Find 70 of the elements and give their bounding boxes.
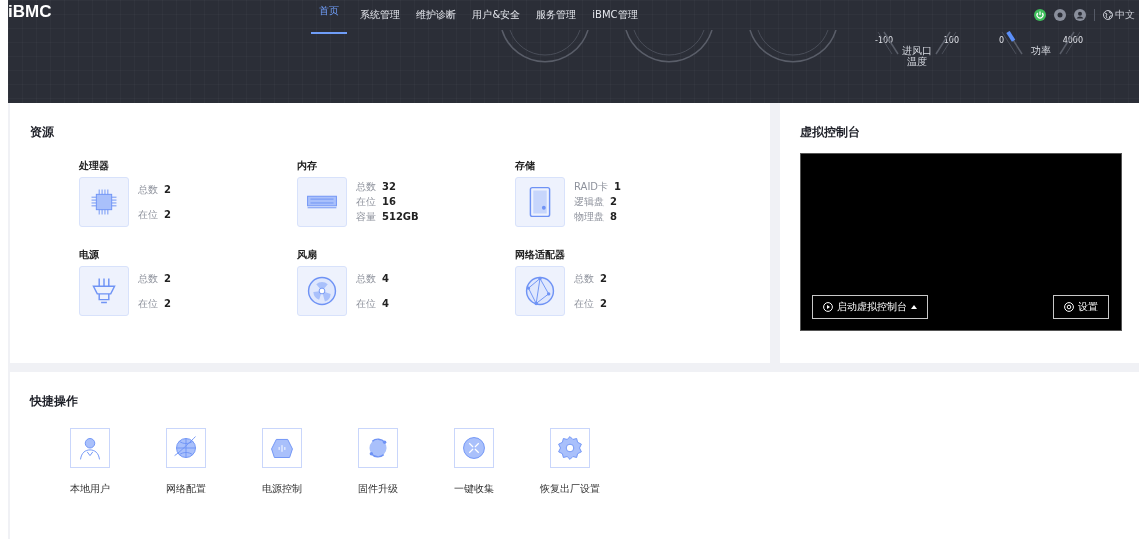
- nav-tab[interactable]: 维护诊断: [413, 2, 460, 30]
- plug-icon: [79, 266, 129, 316]
- stat-value: 2: [600, 297, 607, 310]
- logo: iBMC: [8, 2, 52, 22]
- stat-value: 2: [164, 183, 171, 196]
- globe-icon: [1103, 10, 1113, 20]
- quick-action[interactable]: 恢复出厂设置: [530, 428, 610, 496]
- panel-title: 快捷操作: [30, 394, 79, 408]
- user-icon: [1074, 9, 1086, 21]
- stat-value: 8: [610, 211, 617, 223]
- resource-title: 电源: [79, 248, 100, 261]
- resource-title: 内存: [297, 159, 318, 172]
- settings-icon: [1064, 302, 1074, 312]
- stat-value: 1: [614, 181, 621, 193]
- stat-label: 在位: [356, 196, 376, 208]
- stat-label: 在位: [138, 208, 158, 221]
- play-icon: [823, 302, 833, 312]
- quick-action[interactable]: 固件升级: [338, 428, 418, 496]
- status-icon: [1054, 9, 1066, 21]
- resource-title: 风扇: [297, 248, 318, 261]
- stat-value: 16: [382, 196, 396, 208]
- stat-label: 容量: [356, 211, 376, 223]
- resource-title: 网络适配器: [515, 248, 566, 261]
- stat-label: 物理盘: [574, 211, 604, 223]
- stat-value: 2: [164, 297, 171, 310]
- language-button[interactable]: 中文: [1103, 8, 1135, 22]
- panel-title: 虚拟控制台: [800, 125, 861, 139]
- stat-value: 32: [382, 181, 396, 193]
- chip-icon: [79, 177, 129, 227]
- stat-label: 总数: [356, 272, 376, 285]
- stat-label: 总数: [138, 183, 158, 196]
- gauge-min-label: -100: [875, 36, 894, 45]
- start-console-button[interactable]: 启动虚拟控制台: [812, 295, 928, 319]
- stat-value: 2: [164, 272, 171, 285]
- settings-button[interactable]: 设置: [1053, 295, 1109, 319]
- stat-label: RAID卡: [574, 181, 609, 193]
- memory-icon: [297, 177, 347, 227]
- stat-value: 4: [382, 297, 389, 310]
- nav-tab[interactable]: 系统管理: [357, 2, 404, 30]
- stat-value: 4: [382, 272, 389, 285]
- caret-icon: [911, 305, 917, 309]
- power-icon: [1034, 9, 1046, 21]
- stat-label: 总数: [356, 181, 376, 193]
- gauge-label: 进风口 温度: [902, 45, 932, 67]
- gauge-min-label: 0: [999, 36, 1005, 45]
- stat-label: 总数: [574, 272, 594, 285]
- resource-title: 处理器: [79, 159, 110, 172]
- stat-label: 在位: [574, 297, 594, 310]
- stat-label: 逻辑盘: [574, 196, 604, 208]
- quick-action[interactable]: 本地用户: [50, 428, 130, 496]
- quick-action[interactable]: 一键收集: [434, 428, 514, 496]
- quick-action[interactable]: 网络配置: [146, 428, 226, 496]
- stat-value: 512GB: [382, 211, 419, 223]
- gauge-max-label: 4000: [1062, 36, 1083, 45]
- resource-title: 存储: [515, 159, 536, 172]
- stat-value: 2: [164, 208, 171, 221]
- nav-tab[interactable]: 用户&安全: [469, 2, 524, 30]
- stat-label: 在位: [356, 297, 376, 310]
- stat-label: 总数: [138, 272, 158, 285]
- nav-tab[interactable]: 服务管理: [533, 2, 580, 30]
- gauge-label: 功率: [1031, 45, 1051, 56]
- stat-label: 在位: [138, 297, 158, 310]
- stat-value: 2: [600, 272, 607, 285]
- nav-tab[interactable]: iBMC管理: [589, 2, 641, 30]
- fan-icon: [297, 266, 347, 316]
- network-icon: [515, 266, 565, 316]
- stat-value: 2: [610, 196, 617, 208]
- quick-action[interactable]: 电源控制: [242, 428, 322, 496]
- panel-title: 资源: [30, 125, 55, 139]
- nav-tab[interactable]: 首页: [311, 0, 348, 34]
